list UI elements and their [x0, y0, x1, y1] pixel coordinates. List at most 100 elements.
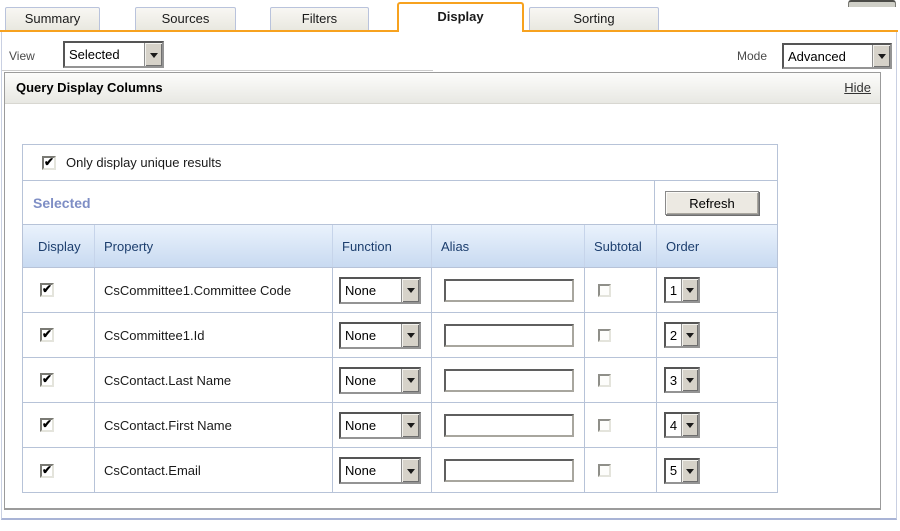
- function-select[interactable]: None: [339, 277, 421, 304]
- chevron-down-icon[interactable]: [681, 460, 698, 482]
- order-cell: 3: [656, 358, 777, 402]
- alias-cell: [431, 313, 584, 357]
- function-select-value: None: [341, 279, 401, 302]
- chevron-down-icon[interactable]: [681, 414, 698, 436]
- chevron-down-icon[interactable]: [144, 43, 162, 66]
- subtotal-checkbox[interactable]: [598, 419, 611, 432]
- function-cell: None: [332, 358, 431, 402]
- property-label: CsCommittee1.Committee Code: [104, 283, 291, 298]
- function-select-value: None: [341, 324, 401, 347]
- table-row: CsCommittee1.Committee Code None 1: [23, 268, 777, 313]
- header-order: Order: [656, 225, 777, 267]
- subtotal-checkbox[interactable]: [598, 464, 611, 477]
- display-cell: [23, 268, 94, 312]
- property-label: CsCommittee1.Id: [104, 328, 204, 343]
- function-cell: None: [332, 403, 431, 447]
- order-select-value: 1: [666, 279, 681, 301]
- view-divider: [2, 70, 433, 71]
- alias-input[interactable]: [444, 459, 574, 482]
- property-label: CsContact.Last Name: [104, 373, 231, 388]
- chevron-down-icon[interactable]: [681, 369, 698, 391]
- unique-checkbox[interactable]: [42, 156, 56, 170]
- alias-cell: [431, 358, 584, 402]
- order-cell: 1: [656, 268, 777, 312]
- function-cell: None: [332, 313, 431, 357]
- property-cell: CsCommittee1.Committee Code: [94, 268, 332, 312]
- display-cell: [23, 448, 94, 493]
- chevron-down-icon[interactable]: [401, 459, 419, 482]
- order-select[interactable]: 3: [664, 367, 700, 393]
- display-checkbox[interactable]: [40, 373, 54, 387]
- subtotal-cell: [584, 448, 656, 493]
- alias-input[interactable]: [444, 414, 574, 437]
- function-select[interactable]: None: [339, 457, 421, 484]
- alias-input[interactable]: [444, 369, 574, 392]
- function-select-value: None: [341, 414, 401, 437]
- display-checkbox[interactable]: [40, 328, 54, 342]
- tab-filters[interactable]: Filters: [270, 7, 369, 30]
- order-cell: 4: [656, 403, 777, 447]
- subtotal-checkbox[interactable]: [598, 374, 611, 387]
- header-subtotal: Subtotal: [584, 225, 656, 267]
- chevron-down-icon[interactable]: [681, 279, 698, 301]
- table-header-row: Display Property Function Alias Subtotal…: [23, 225, 777, 268]
- mode-select[interactable]: Advanced: [782, 43, 892, 69]
- chevron-down-icon[interactable]: [681, 324, 698, 346]
- order-select-value: 5: [666, 460, 681, 482]
- columns-table: Only display unique results Selected Ref…: [22, 144, 778, 493]
- display-checkbox[interactable]: [40, 283, 54, 297]
- property-cell: CsContact.First Name: [94, 403, 332, 447]
- chevron-down-icon[interactable]: [401, 369, 419, 392]
- chevron-down-icon[interactable]: [401, 414, 419, 437]
- order-select[interactable]: 1: [664, 277, 700, 303]
- chevron-down-icon[interactable]: [872, 45, 890, 67]
- display-cell: [23, 403, 94, 447]
- tab-display[interactable]: Display: [397, 2, 524, 32]
- view-select[interactable]: Selected: [63, 41, 164, 68]
- function-select-value: None: [341, 459, 401, 482]
- hide-link[interactable]: Hide: [844, 73, 871, 103]
- subtotal-cell: [584, 268, 656, 312]
- header-display: Display: [23, 225, 94, 267]
- function-select[interactable]: None: [339, 367, 421, 394]
- order-select-value: 3: [666, 369, 681, 391]
- cutoff-button-partial[interactable]: [848, 0, 896, 7]
- refresh-button[interactable]: Refresh: [665, 191, 759, 215]
- function-select[interactable]: None: [339, 412, 421, 439]
- display-checkbox[interactable]: [40, 464, 54, 478]
- order-select[interactable]: 5: [664, 458, 700, 484]
- table-row: CsCommittee1.Id None 2: [23, 313, 777, 358]
- query-display-columns-panel: Query Display Columns Hide Only display …: [4, 72, 881, 510]
- order-select[interactable]: 4: [664, 412, 700, 438]
- tab-sources[interactable]: Sources: [135, 7, 236, 30]
- subtotal-checkbox[interactable]: [598, 284, 611, 297]
- function-select[interactable]: None: [339, 322, 421, 349]
- display-tab-content: View Selected Mode Advanced Query Displa…: [1, 32, 897, 520]
- table-row: CsContact.Email None 5: [23, 448, 777, 493]
- display-cell: [23, 313, 94, 357]
- subtotal-checkbox[interactable]: [598, 329, 611, 342]
- query-builder-window: Summary Sources Filters Display Sorting …: [0, 0, 900, 531]
- tab-sorting[interactable]: Sorting: [529, 7, 659, 30]
- alias-cell: [431, 268, 584, 312]
- order-select[interactable]: 2: [664, 322, 700, 348]
- display-cell: [23, 358, 94, 402]
- alias-input[interactable]: [444, 279, 574, 302]
- order-cell: 5: [656, 448, 777, 493]
- unique-results-row: Only display unique results: [23, 145, 777, 181]
- subtotal-cell: [584, 313, 656, 357]
- view-label: View: [9, 49, 35, 63]
- property-cell: CsContact.Last Name: [94, 358, 332, 402]
- alias-input[interactable]: [444, 324, 574, 347]
- display-checkbox[interactable]: [40, 418, 54, 432]
- chevron-down-icon[interactable]: [401, 279, 419, 302]
- panel-header: Query Display Columns Hide: [5, 73, 880, 104]
- function-cell: None: [332, 268, 431, 312]
- alias-cell: [431, 448, 584, 493]
- property-cell: CsContact.Email: [94, 448, 332, 493]
- function-cell: None: [332, 448, 431, 493]
- view-select-value: Selected: [65, 43, 144, 66]
- selected-row-divider: [654, 181, 655, 224]
- chevron-down-icon[interactable]: [401, 324, 419, 347]
- tab-summary[interactable]: Summary: [5, 7, 100, 30]
